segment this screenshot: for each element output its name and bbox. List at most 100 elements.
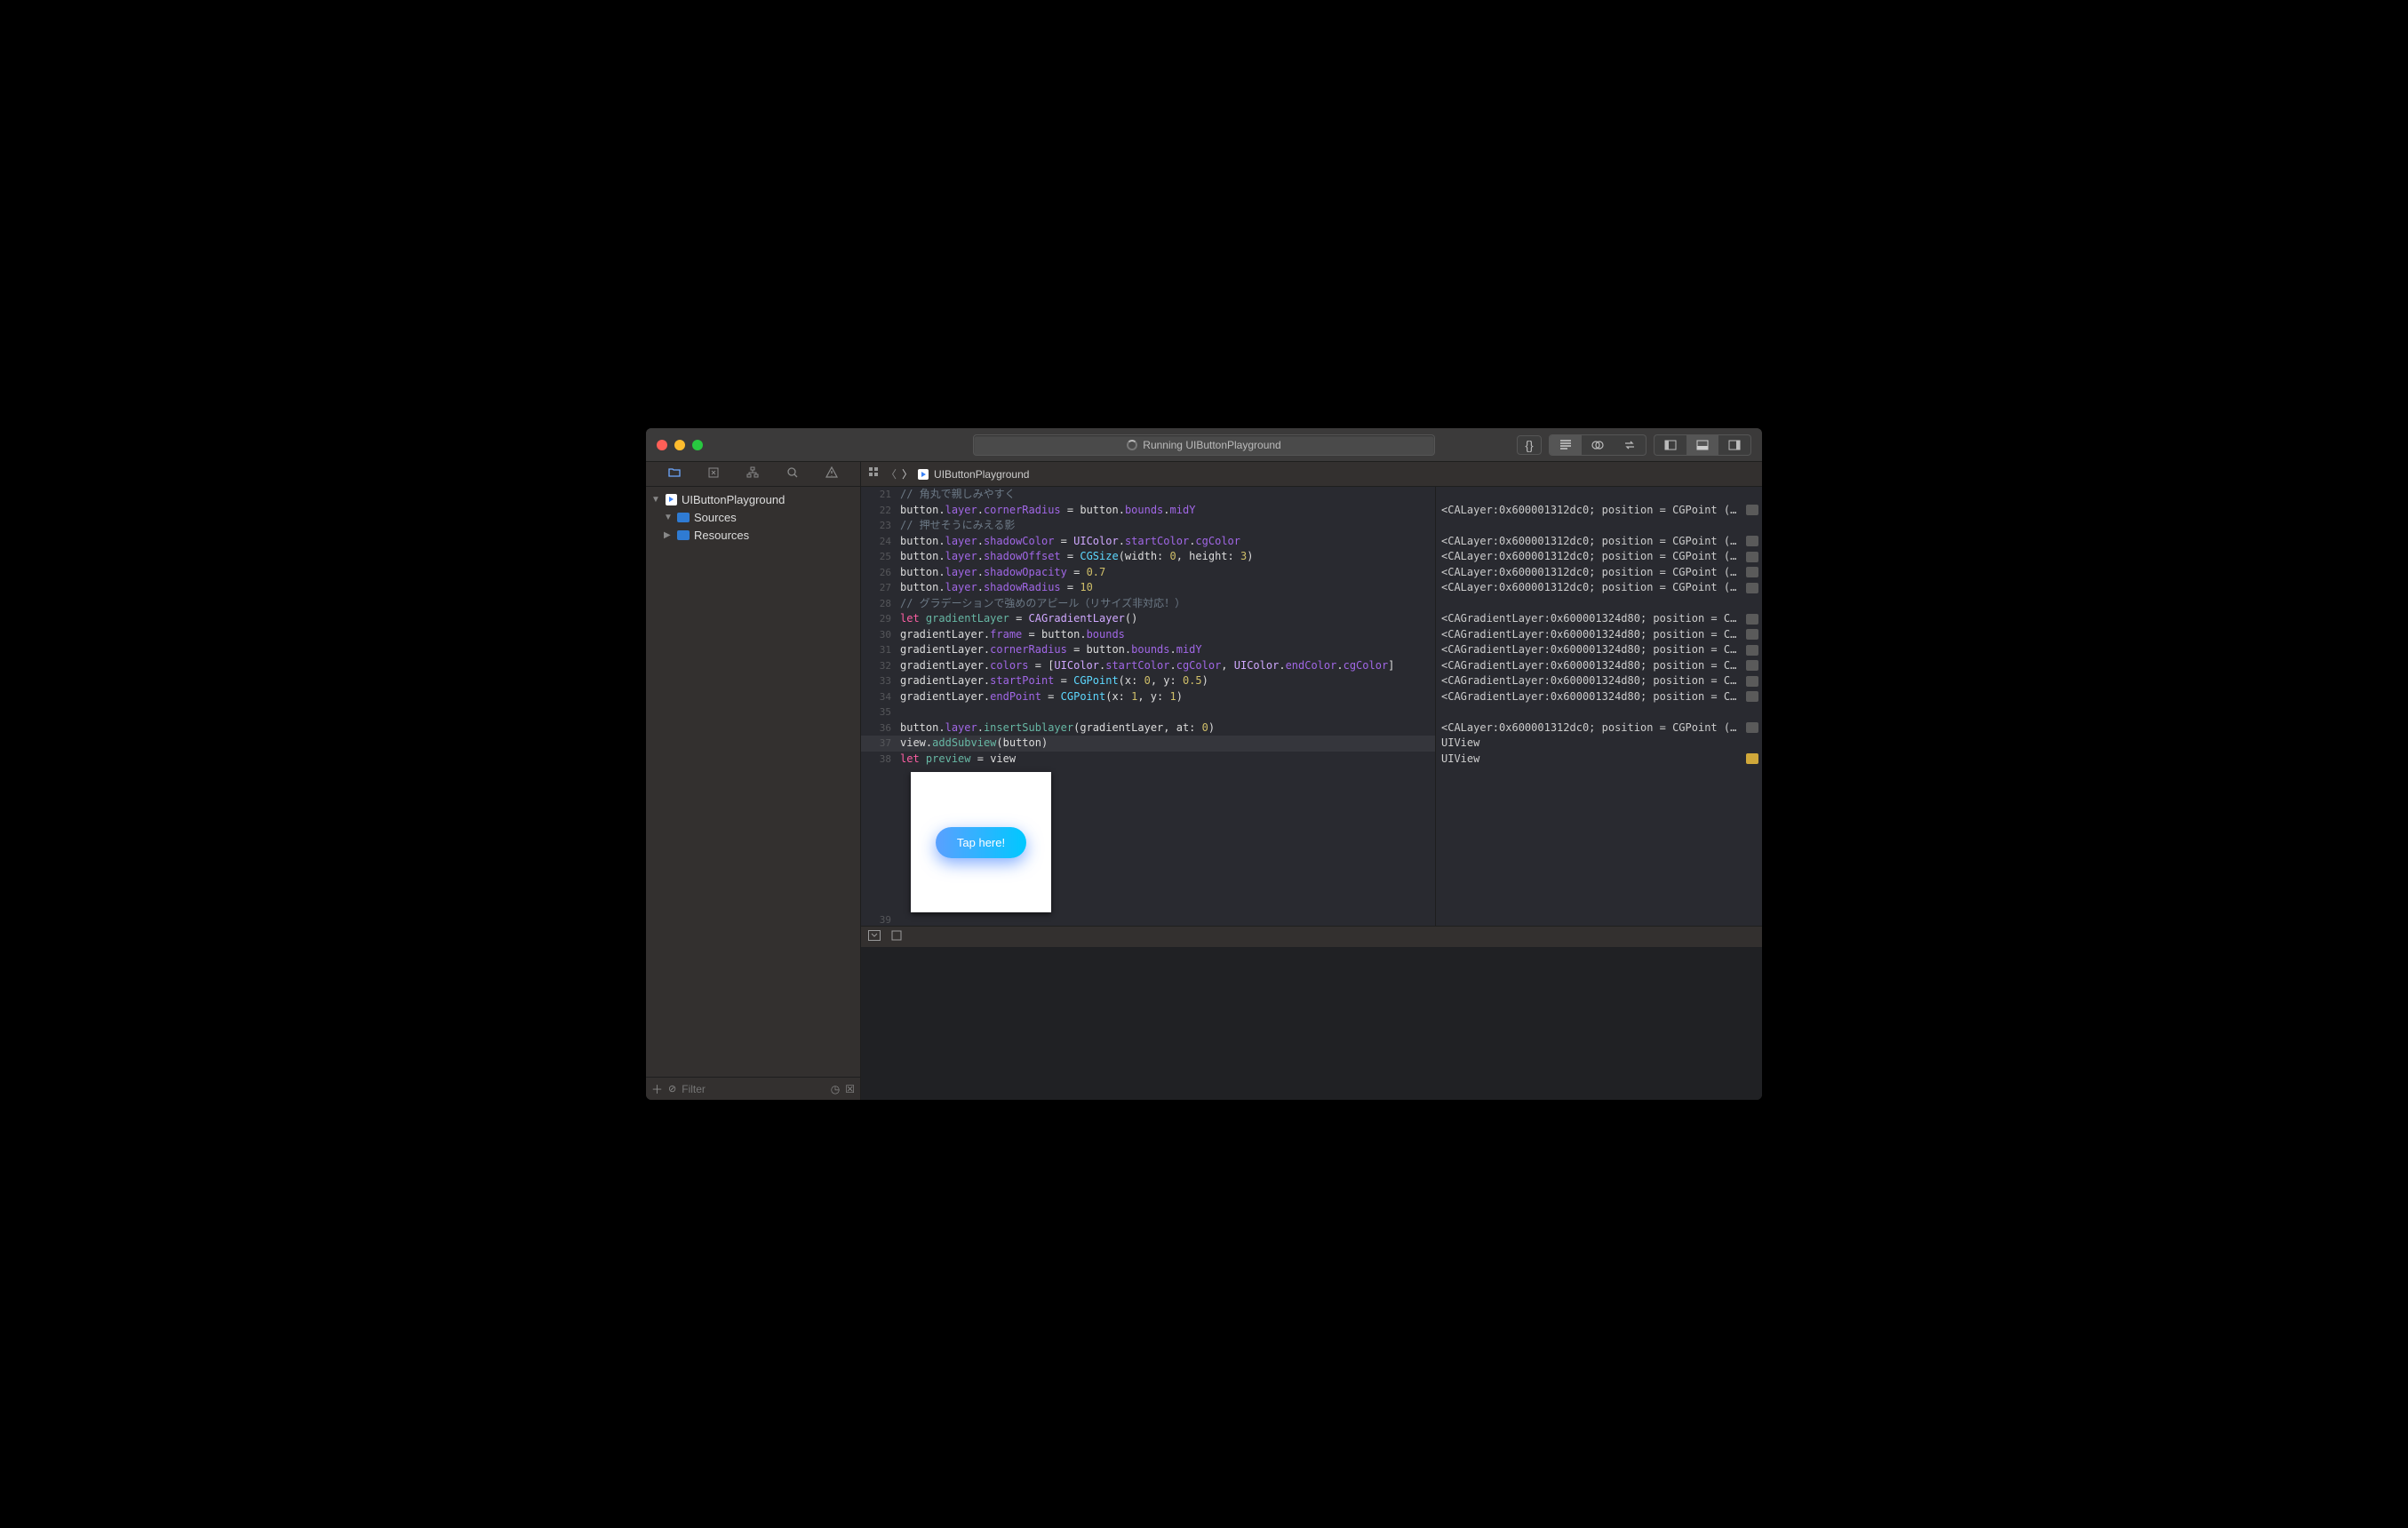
code-content: gradientLayer.cornerRadius = button.boun… [900,642,1202,658]
result-line[interactable]: <CALayer:0x600001312dc0; position = CGPo… [1441,565,1758,581]
quicklook-icon[interactable] [1746,645,1758,656]
tree-item-sources[interactable]: ▼ Sources [646,508,860,526]
code-content: gradientLayer.frame = button.bounds [900,627,1125,643]
code-line[interactable]: 33gradientLayer.startPoint = CGPoint(x: … [861,673,1435,689]
disclosure-icon[interactable]: ▼ [664,513,673,522]
result-line[interactable]: <CAGradientLayer:0x600001324d80; positio… [1441,642,1758,658]
standard-editor-button[interactable] [1550,435,1582,455]
result-line[interactable]: <CALayer:0x600001312dc0; position = CGPo… [1441,503,1758,519]
code-line[interactable]: 37view.addSubview(button) [861,736,1435,752]
result-text: <CALayer:0x600001312dc0; position = CGPo… [1441,580,1742,596]
result-line[interactable]: UIView [1441,752,1758,768]
activity-viewer[interactable]: Running UIButtonPlayground [973,434,1435,456]
assistant-editor-button[interactable] [1582,435,1614,455]
code-content: button.layer.insertSublayer(gradientLaye… [900,720,1215,736]
search-icon [785,466,800,480]
project-navigator-tab[interactable] [667,466,682,482]
code-line[interactable]: 21// 角丸で親しみやすく [861,487,1435,503]
tree-item-resources[interactable]: ▶ Resources [646,526,860,544]
result-line[interactable]: UIView [1441,736,1758,752]
result-line[interactable]: <CALayer:0x600001312dc0; position = CGPo… [1441,720,1758,736]
tree-root[interactable]: ▼ UIButtonPlayground [646,490,860,508]
navigator-footer: ＋ ⊘ ◷ ☒ [646,1077,860,1100]
toggle-debug-button[interactable] [1686,435,1718,455]
minimize-icon[interactable] [674,440,685,450]
project-tree[interactable]: ▼ UIButtonPlayground ▼ Sources ▶ Resourc… [646,487,860,1077]
result-line[interactable]: <CAGradientLayer:0x600001324d80; positio… [1441,658,1758,674]
scm-filter-icon[interactable]: ☒ [845,1083,855,1095]
recent-icon[interactable]: ◷ [831,1083,840,1095]
version-editor-button[interactable] [1614,435,1646,455]
code-content: button.layer.cornerRadius = button.bound… [900,503,1195,519]
quicklook-icon[interactable] [1746,552,1758,562]
code-line[interactable]: 29let gradientLayer = CAGradientLayer() [861,611,1435,627]
result-line[interactable]: <CAGradientLayer:0x600001324d80; positio… [1441,627,1758,643]
code-line[interactable]: 24button.layer.shadowColor = UIColor.sta… [861,534,1435,550]
grid-icon [868,466,881,479]
code-line[interactable]: 38let preview = view [861,752,1435,768]
debug-toggle-icon[interactable] [868,930,881,943]
symbol-navigator-tab[interactable] [706,466,721,482]
back-button[interactable]: 〈 [886,466,897,481]
close-icon[interactable] [657,440,667,450]
quicklook-icon[interactable] [1746,660,1758,671]
line-number: 34 [861,689,900,705]
playground-icon [664,492,678,506]
issue-navigator-tab[interactable] [825,466,839,482]
find-navigator-tab[interactable] [785,466,800,482]
quicklook-icon[interactable] [1746,536,1758,546]
quicklook-icon[interactable] [1746,614,1758,625]
forward-button[interactable]: 〉 [902,466,913,481]
result-line[interactable]: <CALayer:0x600001312dc0; position = CGPo… [1441,534,1758,550]
toggle-navigator-button[interactable] [1655,435,1686,455]
quicklook-icon[interactable] [1746,753,1758,764]
result-line[interactable]: <CAGradientLayer:0x600001324d80; positio… [1441,611,1758,627]
filter-input[interactable] [682,1083,825,1095]
zoom-icon[interactable] [692,440,703,450]
results-sidebar[interactable]: <CALayer:0x600001312dc0; position = CGPo… [1435,487,1762,926]
disclosure-icon[interactable]: ▼ [651,495,660,505]
quicklook-icon[interactable] [1746,505,1758,515]
debug-stop-icon[interactable] [891,930,902,943]
debug-area[interactable] [861,947,1762,1100]
result-line[interactable]: <CAGradientLayer:0x600001324d80; positio… [1441,689,1758,705]
code-line[interactable]: 36button.layer.insertSublayer(gradientLa… [861,720,1435,736]
code-line[interactable]: 31gradientLayer.cornerRadius = button.bo… [861,642,1435,658]
code-line[interactable]: 30gradientLayer.frame = button.bounds [861,627,1435,643]
code-line[interactable]: 22button.layer.cornerRadius = button.bou… [861,503,1435,519]
code-line[interactable]: 35 [861,704,1435,720]
line-number: 22 [861,503,900,519]
result-line[interactable]: <CALayer:0x600001312dc0; position = CGPo… [1441,549,1758,565]
related-items-icon[interactable] [868,466,881,481]
code-editor[interactable]: 21// 角丸で親しみやすく22button.layer.cornerRadiu… [861,487,1435,926]
result-line[interactable]: <CALayer:0x600001312dc0; position = CGPo… [1441,580,1758,596]
code-line[interactable]: 23// 押せそうにみえる影 [861,518,1435,534]
jump-bar[interactable]: 〈 〉 UIButtonPlayground [861,462,1762,487]
quicklook-icon[interactable] [1746,583,1758,593]
hierarchy-navigator-tab[interactable] [746,466,760,482]
line-number: 29 [861,611,900,627]
code-review-button[interactable]: {} [1517,435,1542,455]
quicklook-icon[interactable] [1746,691,1758,702]
quicklook-icon[interactable] [1746,722,1758,733]
jump-bar-file[interactable]: UIButtonPlayground [934,468,1029,481]
result-line[interactable]: <CAGradientLayer:0x600001324d80; positio… [1441,673,1758,689]
code-line[interactable]: 32gradientLayer.colors = [UIColor.startC… [861,658,1435,674]
filter-icon: ⊘ [668,1083,676,1094]
quicklook-icon[interactable] [1746,567,1758,577]
disclosure-icon[interactable]: ▶ [664,530,673,540]
add-icon[interactable]: ＋ [651,1080,663,1097]
quicklook-icon[interactable] [1746,629,1758,640]
code-line[interactable]: 25button.layer.shadowOffset = CGSize(wid… [861,549,1435,565]
code-line[interactable]: 28// グラデーションで強めのアピール（リサイズ非対応！） [861,596,1435,612]
code-line[interactable]: 26button.layer.shadowOpacity = 0.7 [861,565,1435,581]
toggle-inspector-button[interactable] [1718,435,1750,455]
code-line[interactable]: 34gradientLayer.endPoint = CGPoint(x: 1,… [861,689,1435,705]
code-line[interactable]: 27button.layer.shadowRadius = 10 [861,580,1435,596]
warning-icon [825,466,839,480]
line-number: 39 [861,912,900,926]
code-line[interactable]: 39 [861,912,1435,926]
quicklook-icon[interactable] [1746,676,1758,687]
inline-preview: Tap here! [861,770,1435,912]
result-text: UIView [1441,736,1758,752]
